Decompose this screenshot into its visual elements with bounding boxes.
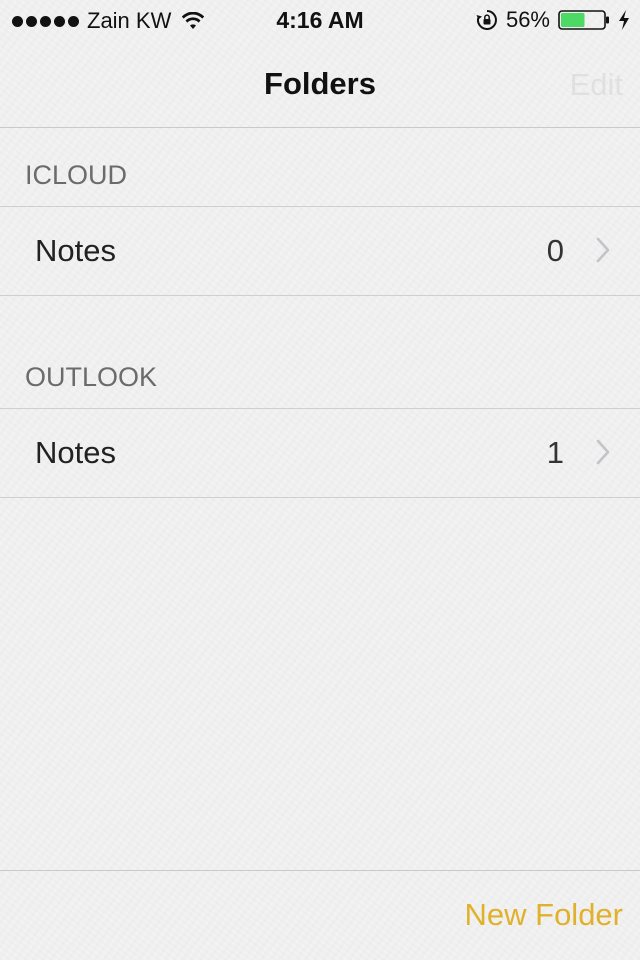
folder-name: Notes xyxy=(35,435,116,470)
folder-note-count: 1 xyxy=(546,435,564,470)
section-header-outlook: OUTLOOK xyxy=(0,331,640,409)
edit-button[interactable]: Edit xyxy=(570,67,623,103)
battery-icon xyxy=(558,10,609,30)
folder-row-icloud-notes[interactable]: Notes 0 xyxy=(0,206,640,296)
orientation-lock-icon xyxy=(476,10,497,30)
charging-bolt-icon xyxy=(619,10,629,30)
page-title: Folders xyxy=(264,66,376,101)
section-header-label: OUTLOOK xyxy=(25,362,158,392)
folder-note-count: 0 xyxy=(546,233,564,268)
status-right: 56% xyxy=(476,7,630,33)
folder-name: Notes xyxy=(35,233,116,268)
chevron-right-icon xyxy=(596,237,610,263)
notes-folders-screen: Zain KW 4:16 AM 56% Folders Edit ICLOUD … xyxy=(0,0,640,960)
bottom-toolbar: New Folder xyxy=(0,870,640,960)
battery-percent: 56% xyxy=(505,7,550,32)
status-bar: Zain KW 4:16 AM 56% xyxy=(0,0,640,40)
section-header-icloud: ICLOUD xyxy=(0,129,640,207)
chevron-right-icon xyxy=(596,439,610,465)
section-header-label: ICLOUD xyxy=(25,160,128,190)
navigation-bar: Folders Edit xyxy=(0,40,640,128)
new-folder-button[interactable]: New Folder xyxy=(465,897,624,933)
folder-row-outlook-notes[interactable]: Notes 1 xyxy=(0,408,640,498)
